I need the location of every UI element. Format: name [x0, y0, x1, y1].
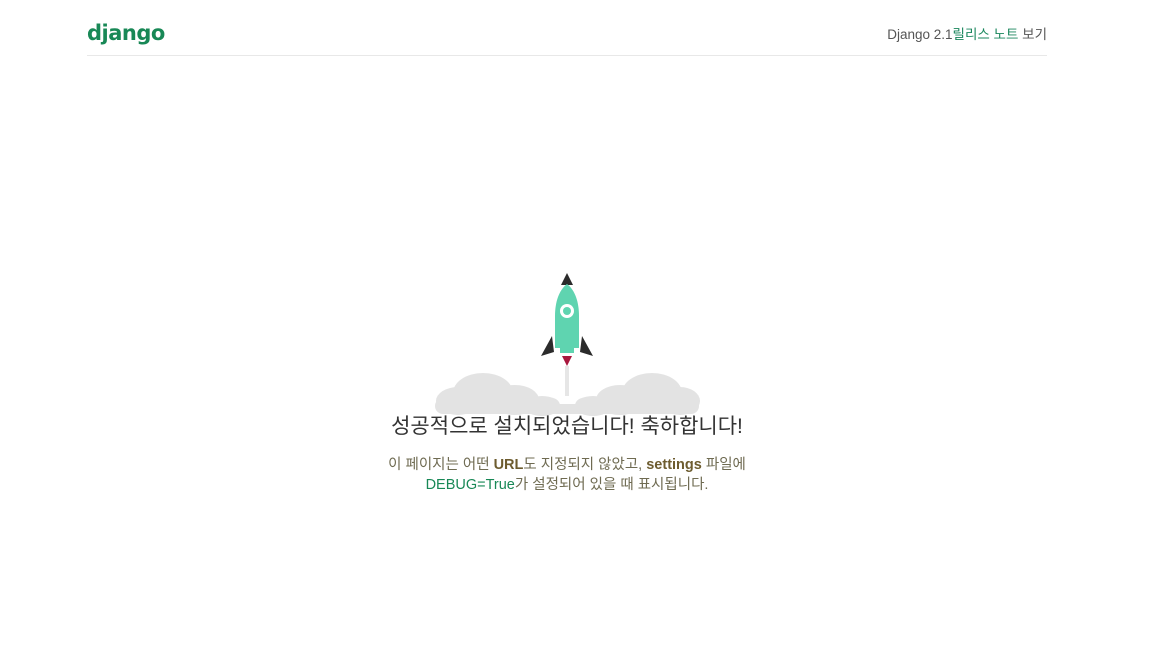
right-fin: [580, 336, 593, 356]
version-text: Django 2.1: [887, 27, 953, 42]
release-notes-link[interactable]: 릴리스 노트: [953, 27, 1019, 42]
install-description: 이 페이지는 어떤 URL도 지정되지 않았고, settings 파일에 DEB…: [388, 457, 746, 493]
left-fin: [541, 336, 554, 356]
debug-setting: DEBUG=True: [425, 477, 515, 493]
url-term: URL: [493, 457, 524, 473]
install-success-headline: 성공적으로 설치되었습니다! 축하합니다!: [391, 415, 743, 438]
rocket-launch-icon: [430, 270, 704, 418]
rocket-skirt: [560, 348, 574, 353]
rocket-flame: [562, 356, 572, 366]
view-suffix: 보기: [1022, 27, 1047, 42]
exhaust-trail: [565, 366, 569, 396]
top-bar: django Django 2.1릴리스 노트 보기: [87, 0, 1047, 56]
release-notes: Django 2.1릴리스 노트 보기: [887, 26, 1047, 44]
rocket-illustration: [435, 273, 700, 416]
rocket-nose: [561, 273, 573, 285]
page: django Django 2.1릴리스 노트 보기 성공적으로 설치되었습니다…: [0, 0, 1154, 652]
django-logo[interactable]: django: [87, 19, 165, 47]
settings-term: settings: [646, 457, 702, 473]
